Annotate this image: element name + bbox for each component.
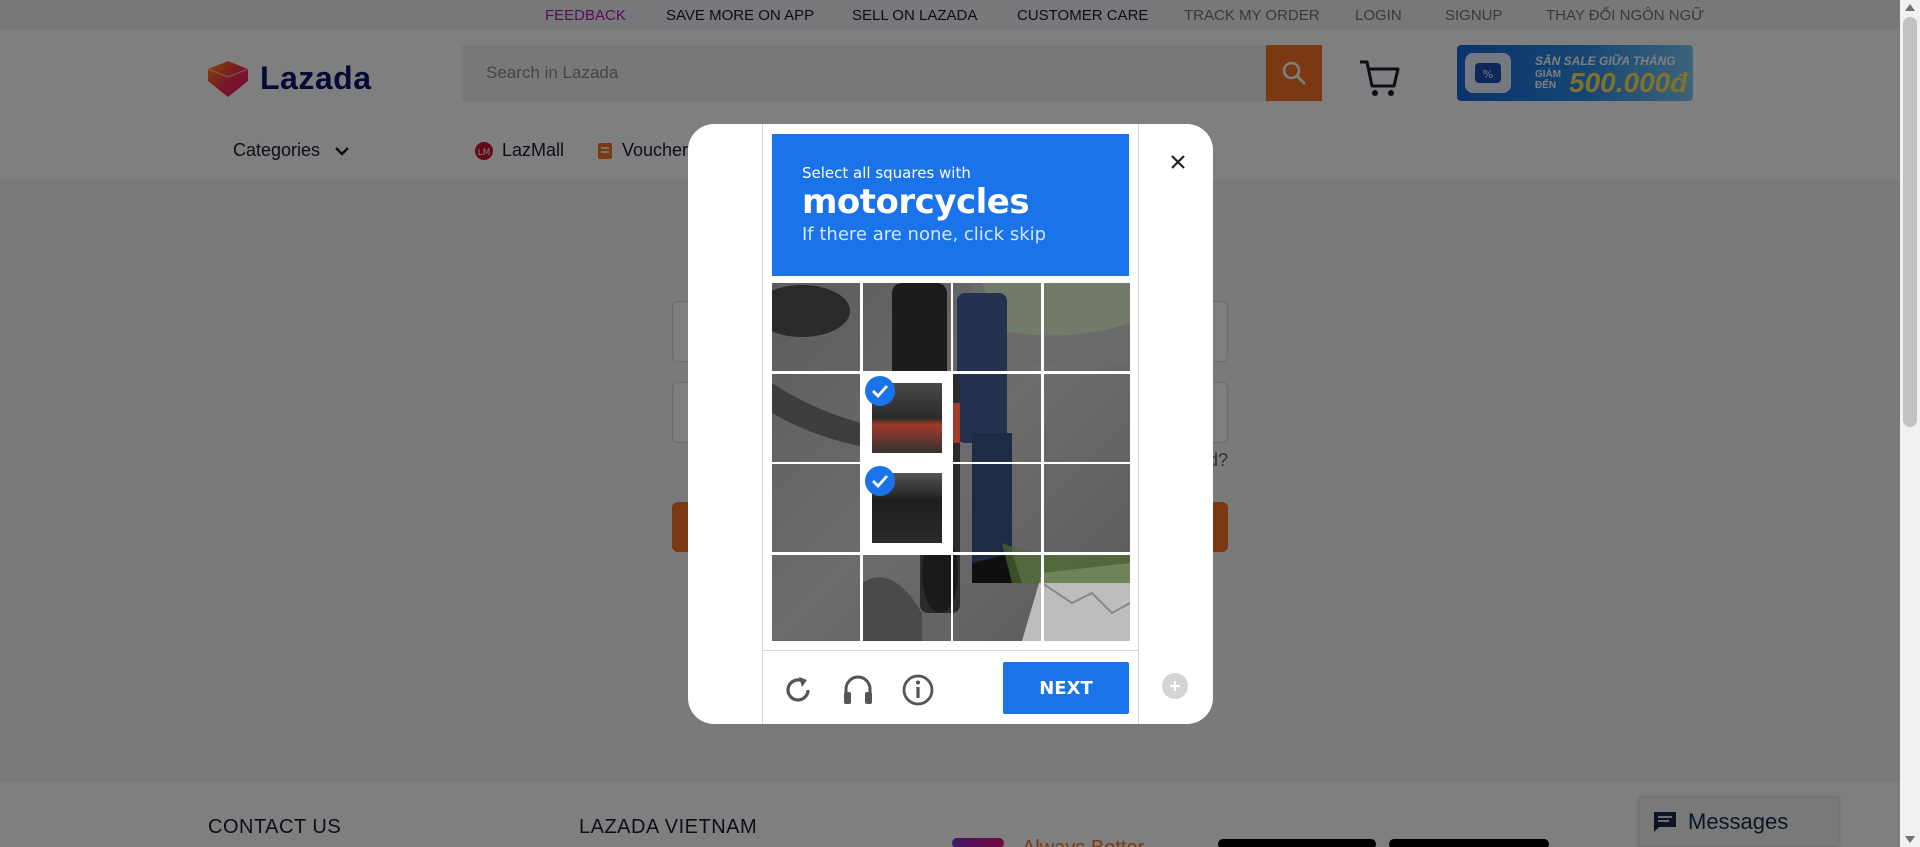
close-icon: [1171, 155, 1185, 169]
captcha-grid: [772, 283, 1130, 641]
scroll-thumb[interactable]: [1903, 17, 1917, 427]
audio-icon[interactable]: [841, 673, 875, 707]
captcha-tile[interactable]: [1044, 374, 1132, 462]
checkmark-icon: [864, 375, 895, 406]
recaptcha-frame: Select all squares with motorcycles If t…: [762, 124, 1139, 724]
captcha-hint: If there are none, click skip: [802, 224, 1047, 245]
captcha-target: motorcycles: [802, 182, 1030, 222]
captcha-tile[interactable]: [1044, 464, 1132, 552]
reload-icon[interactable]: [781, 673, 815, 707]
captcha-tile[interactable]: [1044, 283, 1132, 371]
next-button[interactable]: NEXT: [1003, 662, 1129, 714]
captcha-tile[interactable]: [772, 374, 860, 462]
close-button[interactable]: [1162, 146, 1194, 178]
captcha-tile[interactable]: [772, 283, 860, 371]
captcha-tile[interactable]: [953, 283, 1041, 371]
checkmark-icon: [864, 466, 895, 496]
captcha-tile[interactable]: [953, 374, 1041, 462]
plus-icon: [1170, 681, 1180, 691]
captcha-tile[interactable]: [772, 555, 860, 643]
grid-line: [1041, 283, 1044, 641]
scroll-up-arrow-icon[interactable]: [1905, 4, 1915, 11]
captcha-footer: NEXT: [763, 650, 1138, 724]
captcha-instruction: Select all squares with: [802, 164, 971, 182]
scroll-down-arrow-icon[interactable]: [1905, 836, 1915, 843]
grid-line: [772, 461, 1130, 464]
captcha-tile[interactable]: [863, 555, 951, 643]
captcha-tile[interactable]: [863, 283, 951, 371]
info-icon[interactable]: [901, 673, 935, 707]
page-scrollbar[interactable]: [1900, 0, 1920, 847]
captcha-header: Select all squares with motorcycles If t…: [772, 134, 1129, 276]
captcha-tile[interactable]: [953, 555, 1041, 643]
grid-line: [772, 552, 1130, 555]
captcha-tile[interactable]: [862, 373, 951, 462]
captcha-tile[interactable]: [1044, 555, 1132, 643]
expand-button[interactable]: [1162, 673, 1188, 699]
captcha-tile[interactable]: [953, 464, 1041, 552]
captcha-tile[interactable]: [862, 464, 951, 552]
captcha-tile[interactable]: [772, 464, 860, 552]
